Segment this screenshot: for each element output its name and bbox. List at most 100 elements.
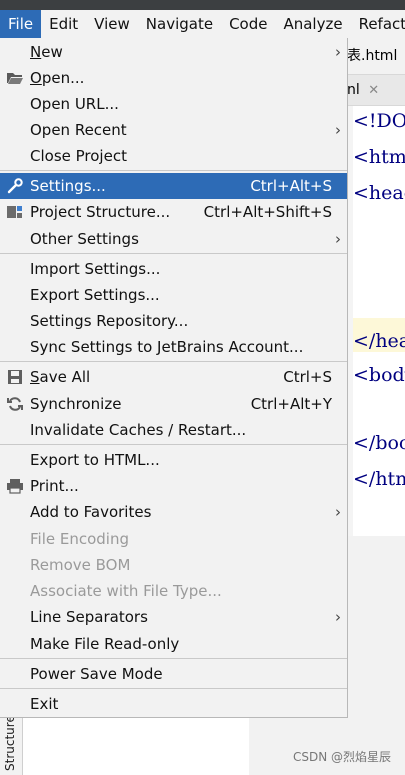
menu-item-sync-settings[interactable]: Sync Settings to JetBrains Account... [0, 334, 347, 360]
menu-item-label: Open... [30, 69, 85, 87]
menu-item-new[interactable]: New › [0, 39, 347, 65]
synchronize-icon [7, 397, 23, 411]
menu-item-label: Save All [30, 368, 91, 386]
menu-navigate[interactable]: Navigate [138, 10, 221, 38]
menu-item-label: Remove BOM [30, 556, 131, 574]
editor-tab-label: 表.html [347, 48, 398, 64]
menu-item-label: Close Project [30, 147, 127, 165]
code-line: </boo [353, 432, 405, 454]
chevron-right-icon: › [335, 608, 341, 626]
menu-separator [0, 688, 347, 689]
code-view[interactable]: <!DOC <htm <head </hea <body </boo </htm [353, 106, 405, 536]
menu-item-save-all[interactable]: Save All Ctrl+S [0, 364, 347, 390]
menu-code[interactable]: Code [221, 10, 275, 38]
chevron-right-icon: › [335, 121, 341, 139]
structure-tool-window-tab[interactable]: Structure [0, 715, 23, 775]
menu-item-label: Add to Favorites [30, 503, 152, 521]
close-icon[interactable]: ✕ [368, 83, 379, 98]
menu-item-shortcut: Ctrl+Alt+Shift+S [203, 203, 332, 221]
code-line: <body [353, 364, 405, 386]
menu-item-label: Settings... [30, 177, 106, 195]
menu-item-export-settings[interactable]: Export Settings... [0, 282, 347, 308]
menu-item-settings[interactable]: Settings... Ctrl+Alt+S [0, 173, 347, 199]
menu-item-remove-bom: Remove BOM [0, 552, 347, 578]
menu-item-project-structure[interactable]: Project Structure... Ctrl+Alt+Shift+S [0, 199, 347, 225]
menu-item-line-separators[interactable]: Line Separators › [0, 604, 347, 630]
structure-tab-label: Structure [3, 715, 17, 771]
menu-item-invalidate-caches[interactable]: Invalidate Caches / Restart... [0, 417, 347, 443]
menu-item-shortcut: Ctrl+S [283, 368, 332, 386]
save-icon [8, 370, 22, 384]
menu-item-print[interactable]: Print... [0, 473, 347, 499]
menu-edit[interactable]: Edit [41, 10, 86, 38]
project-structure-icon [7, 206, 22, 218]
menu-separator [0, 361, 347, 362]
wrench-icon [7, 178, 23, 194]
menu-separator [0, 658, 347, 659]
code-line: </htm [353, 468, 405, 490]
chevron-right-icon: › [335, 503, 341, 521]
menu-item-shortcut: Ctrl+Alt+Y [250, 395, 332, 413]
menu-item-label: Synchronize [30, 395, 122, 413]
code-line: <htm [353, 146, 405, 168]
menu-item-label: Exit [30, 695, 59, 713]
menu-item-other-settings[interactable]: Other Settings › [0, 226, 347, 252]
menu-item-label: New [30, 43, 63, 61]
menu-item-power-save-mode[interactable]: Power Save Mode [0, 661, 347, 687]
menu-item-file-encoding: File Encoding [0, 526, 347, 552]
menu-item-open-recent[interactable]: Open Recent › [0, 117, 347, 143]
menu-item-open[interactable]: Open... [0, 65, 347, 91]
print-icon [7, 479, 23, 494]
code-line: <!DOC [353, 110, 405, 132]
chevron-right-icon: › [335, 230, 341, 248]
code-line: </hea [353, 330, 405, 352]
menu-item-label: Make File Read-only [30, 635, 180, 653]
menu-item-label: Project Structure... [30, 203, 171, 221]
menu-item-label: Export to HTML... [30, 451, 160, 469]
menu-separator [0, 253, 347, 254]
main-menu-bar: File Edit View Navigate Code Analyze Ref… [0, 10, 405, 39]
menu-analyze[interactable]: Analyze [275, 10, 350, 38]
menu-item-synchronize[interactable]: Synchronize Ctrl+Alt+Y [0, 391, 347, 417]
menu-item-settings-repository[interactable]: Settings Repository... [0, 308, 347, 334]
menu-file[interactable]: File [0, 10, 42, 38]
menu-separator [0, 444, 347, 445]
menu-item-label: Export Settings... [30, 286, 160, 304]
menu-item-label: Invalidate Caches / Restart... [30, 421, 247, 439]
watermark: CSDN @烈焰星辰 [292, 750, 391, 764]
menu-item-associate-file-type: Associate with File Type... [0, 578, 347, 604]
menu-item-add-to-favorites[interactable]: Add to Favorites › [0, 499, 347, 525]
menu-item-label: Other Settings [30, 230, 139, 248]
menu-item-make-read-only[interactable]: Make File Read-only [0, 631, 347, 657]
menu-item-open-url[interactable]: Open URL... [0, 91, 347, 117]
menu-item-label: Associate with File Type... [30, 582, 222, 600]
menu-item-label: Settings Repository... [30, 312, 189, 330]
tool-window-panel-side [249, 717, 347, 775]
menu-item-label: Open URL... [30, 95, 119, 113]
editor-area: 表.html nl ✕ <!DOC <htm <head </hea <body… [347, 38, 405, 775]
menu-view[interactable]: View [86, 10, 138, 38]
code-line: <head [353, 182, 405, 204]
file-menu-dropdown: New › Open... Open URL... Open Recent › … [0, 38, 348, 718]
menu-item-label: Import Settings... [30, 260, 161, 278]
menu-item-import-settings[interactable]: Import Settings... [0, 256, 347, 282]
menu-item-label: Sync Settings to JetBrains Account... [30, 338, 304, 356]
menu-item-shortcut: Ctrl+Alt+S [250, 177, 332, 195]
menu-item-label: File Encoding [30, 530, 129, 548]
menu-item-close-project[interactable]: Close Project [0, 143, 347, 169]
menu-item-label: Power Save Mode [30, 665, 163, 683]
menu-refactor[interactable]: Refactor [351, 10, 405, 38]
editor-tab-secondary-label: nl [347, 82, 360, 98]
editor-tab-secondary[interactable]: nl ✕ [347, 75, 405, 106]
menu-item-export-to-html[interactable]: Export to HTML... [0, 447, 347, 473]
menu-item-label: Print... [30, 477, 79, 495]
menu-separator [0, 170, 347, 171]
menu-item-exit[interactable]: Exit [0, 691, 347, 717]
chevron-right-icon: › [335, 43, 341, 61]
editor-lower-area [347, 536, 405, 775]
editor-tab-html-file[interactable]: 表.html [347, 38, 405, 75]
window-title-bar [0, 0, 405, 10]
tool-window-panel [23, 717, 249, 775]
menu-item-label: Line Separators [30, 608, 148, 626]
folder-open-icon [7, 73, 23, 84]
